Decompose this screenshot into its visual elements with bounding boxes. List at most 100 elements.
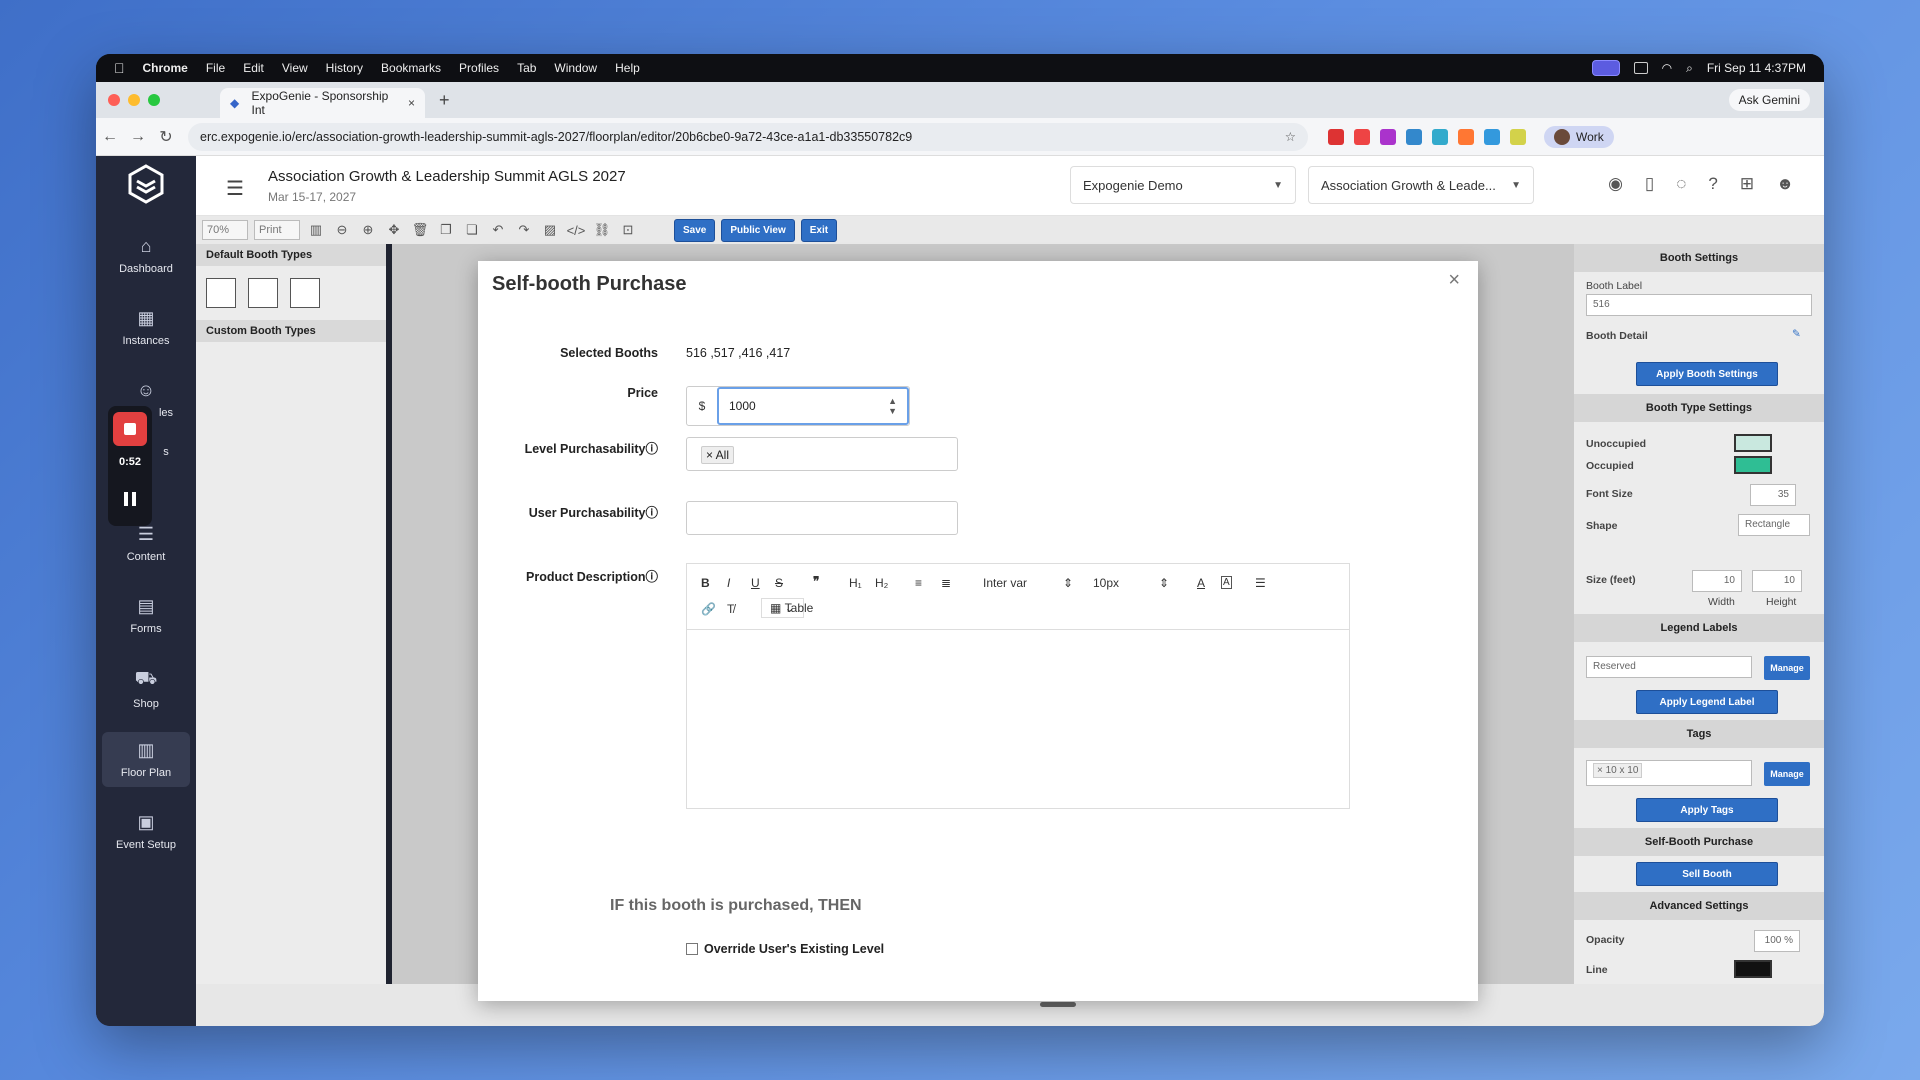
- height-input[interactable]: 10: [1752, 570, 1802, 592]
- sidebar-item-instances[interactable]: ▦ Instances: [96, 308, 196, 347]
- manage-tags-button[interactable]: Manage: [1764, 762, 1810, 786]
- paste-icon[interactable]: ❏: [462, 222, 482, 238]
- sidebar-item-content[interactable]: ☰ Content: [96, 524, 196, 563]
- public-view-button[interactable]: Public View: [721, 218, 795, 242]
- bullet-list-icon[interactable]: ≣: [941, 576, 951, 590]
- sidebar-item-forms[interactable]: ▤ Forms: [96, 596, 196, 635]
- unlock-icon[interactable]: ⊡: [618, 222, 638, 238]
- highlight-icon[interactable]: A: [1221, 576, 1232, 589]
- eye-icon[interactable]: ◉: [1608, 174, 1623, 194]
- strikethrough-icon[interactable]: S: [775, 576, 783, 590]
- tags-input[interactable]: × 10 x 10: [1586, 760, 1752, 786]
- menu-edit[interactable]: Edit: [243, 61, 264, 75]
- shape-select[interactable]: Rectangle: [1738, 514, 1810, 536]
- apply-tags-button[interactable]: Apply Tags: [1636, 798, 1778, 822]
- stepper-icon[interactable]: ▲ ▼: [888, 396, 897, 416]
- occupied-color-swatch[interactable]: [1734, 456, 1772, 474]
- extension-icon[interactable]: [1484, 128, 1500, 145]
- menu-window[interactable]: Window: [554, 61, 597, 75]
- menu-view[interactable]: View: [282, 61, 308, 75]
- extension-icon[interactable]: [1458, 128, 1474, 145]
- booth-label-input[interactable]: 516: [1586, 294, 1812, 316]
- pause-icon[interactable]: [124, 492, 136, 506]
- heading2-icon[interactable]: H₂: [875, 576, 888, 590]
- code-icon[interactable]: </>: [566, 223, 586, 238]
- wifi-icon[interactable]: ◠: [1662, 61, 1672, 75]
- extension-icon[interactable]: [1328, 128, 1344, 145]
- info-icon[interactable]: ⓘ: [645, 442, 658, 456]
- search-menubar-icon[interactable]: ⌕: [1686, 61, 1693, 76]
- link-icon[interactable]: 🔗: [701, 602, 716, 616]
- legend-label-select[interactable]: Reserved: [1586, 656, 1752, 678]
- sidebar-item-event-setup[interactable]: ▣ Event Setup: [96, 812, 196, 851]
- opacity-input[interactable]: 100 %: [1754, 930, 1800, 952]
- profile-button[interactable]: Work: [1544, 125, 1614, 148]
- level-chip-all[interactable]: × All: [701, 446, 735, 464]
- width-input[interactable]: 10: [1692, 570, 1742, 592]
- stop-recording-button[interactable]: [113, 412, 147, 446]
- override-level-option[interactable]: Override User's Existing Level: [686, 942, 884, 956]
- save-button[interactable]: Save: [674, 218, 716, 242]
- apple-icon[interactable]: : [114, 60, 125, 76]
- close-modal-button[interactable]: ×: [1448, 269, 1460, 292]
- editor-content-area[interactable]: [687, 630, 1349, 808]
- undo-icon[interactable]: ↶: [488, 222, 508, 238]
- sidebar-item-dashboard[interactable]: ⌂ Dashboard: [96, 236, 196, 275]
- forward-icon[interactable]: →: [124, 128, 152, 146]
- apply-booth-settings-button[interactable]: Apply Booth Settings: [1636, 362, 1778, 386]
- extension-icon[interactable]: [1380, 128, 1396, 145]
- manage-legend-button[interactable]: Manage: [1764, 656, 1810, 680]
- unoccupied-color-swatch[interactable]: [1734, 434, 1772, 452]
- url-bar[interactable]: erc.expogenie.io/erc/association-growth-…: [188, 122, 1308, 151]
- help-icon[interactable]: ?: [1708, 174, 1717, 194]
- document-icon[interactable]: ▯: [1645, 174, 1654, 194]
- table-button[interactable]: ▦ Table ⌄: [761, 598, 813, 618]
- delete-icon[interactable]: 🗑: [410, 222, 430, 238]
- underline-icon[interactable]: U: [751, 576, 760, 590]
- extension-icon[interactable]: [1510, 128, 1526, 145]
- organization-select[interactable]: Expogenie Demo ▼: [1070, 166, 1296, 204]
- close-tab-icon[interactable]: ×: [408, 96, 415, 110]
- extension-icon[interactable]: [1432, 128, 1448, 145]
- redo-icon[interactable]: ↷: [514, 222, 534, 238]
- edit-icon[interactable]: ✎: [1792, 328, 1801, 340]
- clear-format-icon[interactable]: T̸: [727, 602, 734, 616]
- default-booth-types-header[interactable]: Default Booth Types: [196, 244, 386, 266]
- booth-shape-square[interactable]: [290, 278, 320, 308]
- exit-button[interactable]: Exit: [800, 218, 838, 242]
- italic-icon[interactable]: I: [727, 576, 730, 590]
- zoom-select[interactable]: 70%: [202, 220, 248, 240]
- copy-icon[interactable]: ❐: [436, 222, 456, 238]
- maximize-window-button[interactable]: [148, 94, 160, 106]
- apply-legend-label-button[interactable]: Apply Legend Label: [1636, 690, 1778, 714]
- sidebar-item-shop[interactable]: ⛟ Shop: [96, 668, 196, 710]
- chat-icon[interactable]: ◌: [1676, 174, 1686, 194]
- sell-booth-button[interactable]: Sell Booth: [1636, 862, 1778, 886]
- menu-app[interactable]: Chrome: [143, 61, 188, 75]
- heading1-icon[interactable]: H₁: [849, 576, 862, 590]
- menu-profiles[interactable]: Profiles: [459, 61, 499, 75]
- display-icon[interactable]: [1633, 62, 1648, 74]
- menu-file[interactable]: File: [206, 61, 225, 75]
- new-tab-icon[interactable]: +: [439, 90, 450, 111]
- extension-icon[interactable]: [1406, 128, 1422, 145]
- screen-share-icon[interactable]: [1591, 60, 1620, 76]
- user-purchasability-select[interactable]: [686, 501, 958, 535]
- image-icon[interactable]: ▨: [540, 222, 560, 238]
- apps-icon[interactable]: ⊞: [1740, 174, 1754, 194]
- menubar-clock[interactable]: Fri Sep 11 4:37PM: [1707, 61, 1806, 75]
- account-icon[interactable]: ☻: [1776, 174, 1794, 194]
- extension-icon[interactable]: [1354, 128, 1370, 145]
- ask-gemini-button[interactable]: Ask Gemini: [1728, 89, 1810, 111]
- align-icon[interactable]: ☰: [1255, 576, 1266, 590]
- menu-help[interactable]: Help: [615, 61, 640, 75]
- expogenie-logo-icon[interactable]: [126, 164, 166, 204]
- tag-chip[interactable]: × 10 x 10: [1593, 763, 1643, 778]
- close-window-button[interactable]: [108, 94, 120, 106]
- quote-icon[interactable]: ❞: [813, 574, 819, 588]
- bold-icon[interactable]: B: [701, 576, 710, 590]
- sidebar-item-floor-plan[interactable]: ▥ Floor Plan: [102, 732, 190, 787]
- zoom-out-icon[interactable]: ⊖: [332, 222, 352, 238]
- booth-shape-square[interactable]: [206, 278, 236, 308]
- zoom-in-icon[interactable]: ⊕: [358, 222, 378, 238]
